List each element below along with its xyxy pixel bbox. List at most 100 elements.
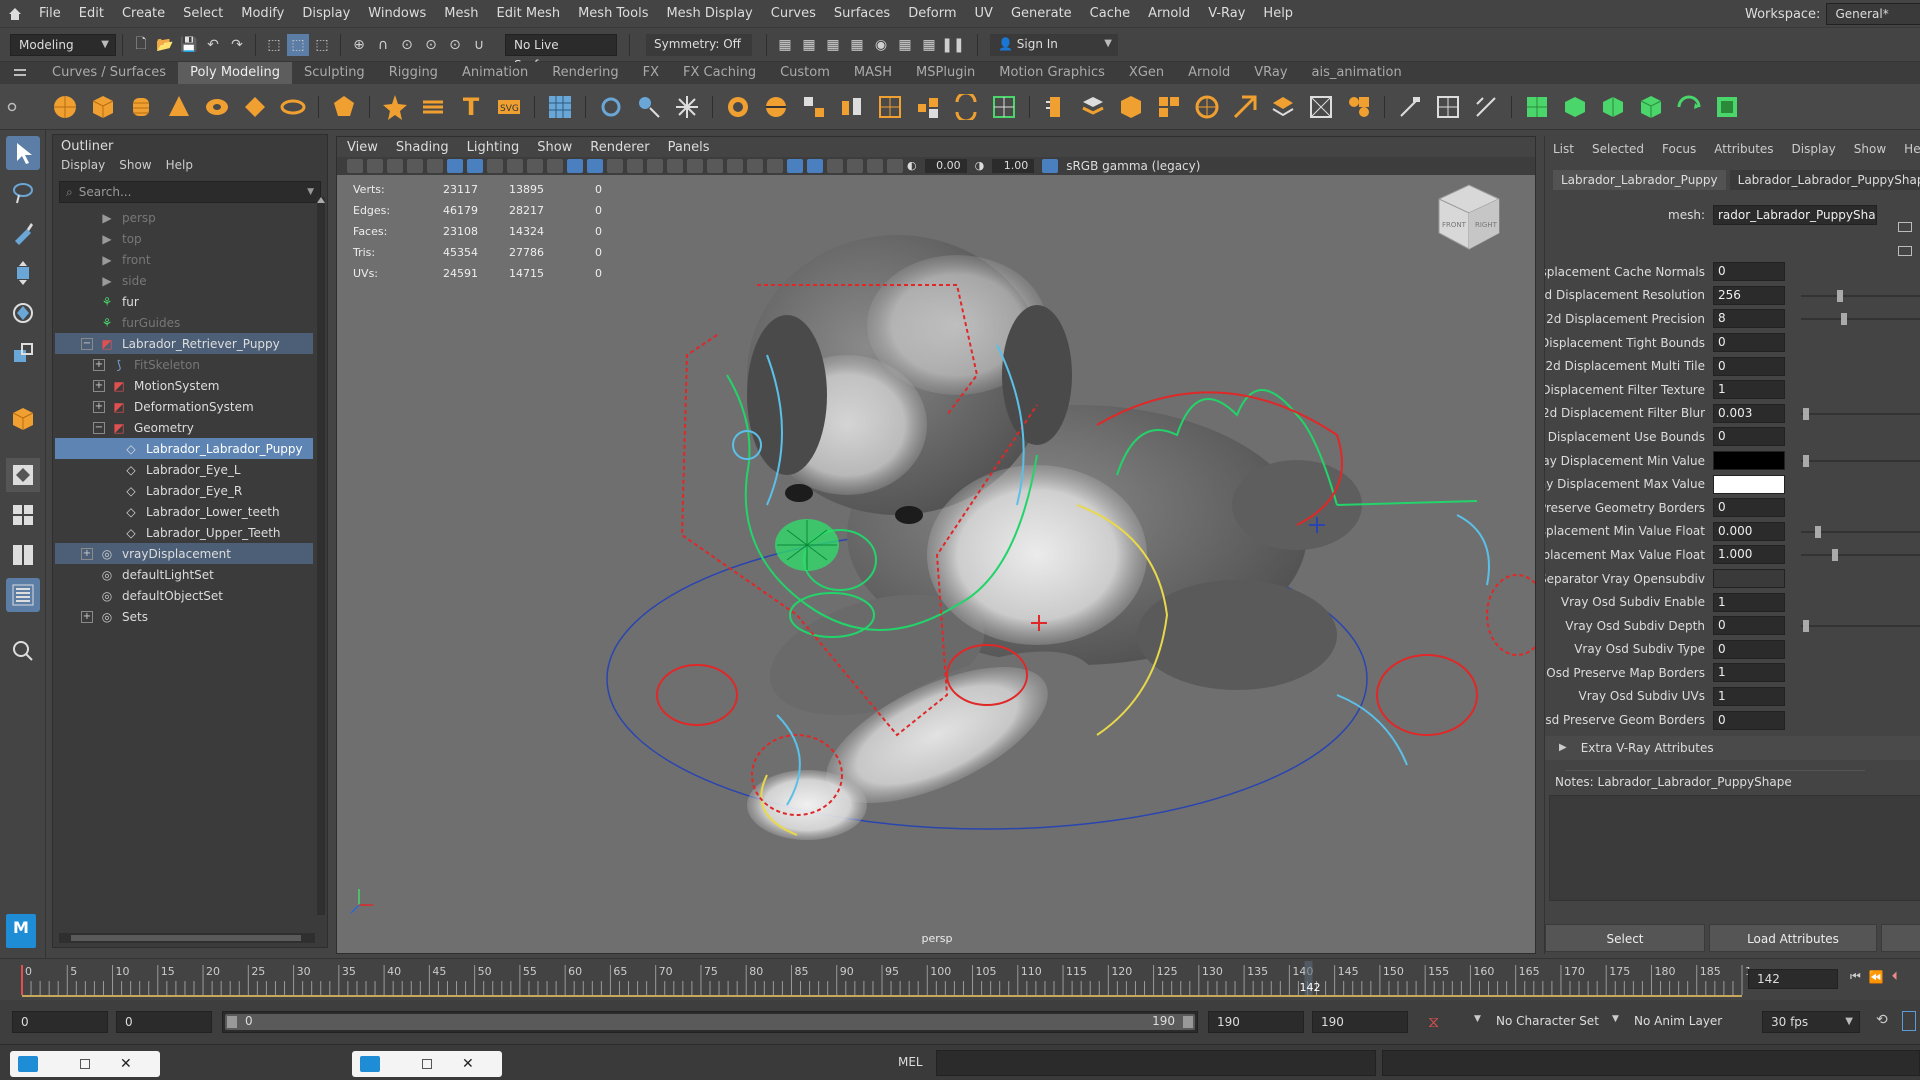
attr-menu-selected[interactable]: Selected xyxy=(1592,142,1644,156)
outliner-node[interactable]: ▶ front xyxy=(55,249,313,270)
slider-handle[interactable] xyxy=(1831,549,1838,562)
poly-cube-icon[interactable] xyxy=(88,92,118,122)
shelf-tab-fx[interactable]: FX xyxy=(631,62,671,84)
attribute-value-field[interactable]: 8 xyxy=(1713,309,1785,329)
mesh-name-field[interactable]: rador_Labrador_PuppyShape xyxy=(1713,205,1877,225)
attr-tab[interactable]: Labrador_Labrador_PuppyShape xyxy=(1729,170,1920,190)
ipr-render-icon[interactable]: ▦ xyxy=(822,34,844,56)
home-icon[interactable] xyxy=(0,0,30,28)
select-object-icon[interactable]: ⬚ xyxy=(287,33,309,56)
dof-icon[interactable] xyxy=(727,159,743,173)
xray-active-icon[interactable] xyxy=(807,159,823,173)
attribute-value-field[interactable]: 0 xyxy=(1713,262,1785,282)
slider-handle[interactable] xyxy=(1837,289,1844,302)
snap-surface-icon[interactable]: ⊙ xyxy=(444,34,466,56)
gamma-icon[interactable]: ◑ xyxy=(975,159,985,173)
outliner-menu-display[interactable]: Display xyxy=(61,158,105,172)
slider-handle[interactable] xyxy=(1814,525,1821,538)
snap-magnet-icon[interactable]: ∪ xyxy=(468,34,490,56)
scroll-thumb[interactable] xyxy=(71,935,301,941)
image-plane-icon[interactable] xyxy=(387,159,403,173)
outliner-node[interactable]: ▶ side xyxy=(55,270,313,291)
exposure-icon[interactable]: ◐ xyxy=(907,159,917,173)
field-chart-icon[interactable] xyxy=(507,159,523,173)
scale-tool-icon[interactable] xyxy=(6,336,40,370)
shelf-tab-custom[interactable]: Custom xyxy=(768,62,842,84)
attr-tab[interactable]: Labrador_Labrador_Puppy xyxy=(1553,170,1726,190)
snap-view-icon[interactable]: ⊙ xyxy=(420,34,442,56)
viewport-menu-view[interactable]: View xyxy=(347,140,378,155)
uv-cylindrical-icon[interactable] xyxy=(1560,92,1590,122)
attribute-value-field[interactable]: 0 xyxy=(1713,498,1785,518)
render-frame-icon[interactable]: ▦ xyxy=(774,34,796,56)
outliner-node[interactable]: − ◩ Labrador_Retriever_Puppy xyxy=(55,333,313,354)
append-polygon-icon[interactable] xyxy=(1154,92,1184,122)
merge-icon[interactable] xyxy=(1230,92,1260,122)
attribute-value-field[interactable]: 256 xyxy=(1713,285,1785,305)
boolean-icon[interactable] xyxy=(875,92,905,122)
shelf-tab-arnold[interactable]: Arnold xyxy=(1176,62,1242,84)
attribute-value-field[interactable]: 0 xyxy=(1713,639,1785,659)
outliner-node[interactable]: ◇ Labrador_Eye_R xyxy=(55,480,313,501)
attribute-slider[interactable] xyxy=(1801,619,1920,632)
attr-menu-show[interactable]: Show xyxy=(1854,142,1886,156)
new-scene-icon[interactable]: 🗋 xyxy=(130,34,152,56)
shelf-tab-vray[interactable]: VRay xyxy=(1242,62,1299,84)
chevron-down-icon[interactable]: ▼ xyxy=(307,187,314,197)
close-icon[interactable]: ✕ xyxy=(462,1056,474,1072)
slider-handle[interactable] xyxy=(1803,619,1810,632)
attribute-value-field[interactable]: 1 xyxy=(1713,663,1785,683)
bookmark-icon[interactable] xyxy=(367,159,383,173)
menu-arnold[interactable]: Arnold xyxy=(1139,0,1199,28)
render-view-icon[interactable]: ▦ xyxy=(894,34,916,56)
camera-tool-icon[interactable] xyxy=(596,92,626,122)
start-time-field[interactable]: 0 xyxy=(12,1011,108,1033)
combine-icon[interactable] xyxy=(723,92,753,122)
open-scene-icon[interactable]: 📂 xyxy=(154,34,176,56)
presets-icon[interactable] xyxy=(1898,246,1912,256)
bevel-icon[interactable] xyxy=(1078,92,1108,122)
shelf-tab-rigging[interactable]: Rigging xyxy=(377,62,450,84)
fps-dropdown[interactable]: 30 fps ▼ xyxy=(1762,1011,1860,1033)
attribute-value-field[interactable]: 0 xyxy=(1713,333,1785,353)
extra-vray-attributes-section[interactable]: ▶ Extra V-Ray Attributes xyxy=(1545,735,1920,760)
copy-tab-button[interactable] xyxy=(1881,924,1920,952)
notes-textarea[interactable] xyxy=(1549,794,1920,901)
scroll-up-icon[interactable] xyxy=(317,197,325,203)
attr-menu-display[interactable]: Display xyxy=(1792,142,1836,156)
menu-edit[interactable]: Edit xyxy=(70,0,113,28)
attribute-value-field[interactable]: 1 xyxy=(1713,686,1785,706)
frame-selected-icon[interactable] xyxy=(887,159,903,173)
time-ruler[interactable]: 0 5 10 15 20 25 30 35 40 45 50 55 60 65 70 75 80 85 90 95 10… xyxy=(12,959,1752,999)
scene-3d-view[interactable] xyxy=(337,175,1536,954)
color-swatch[interactable] xyxy=(1713,474,1785,494)
reduce-icon[interactable] xyxy=(913,92,943,122)
restore-icon[interactable] xyxy=(80,1059,90,1069)
range-end-handle[interactable] xyxy=(1183,1016,1193,1028)
search-icon[interactable] xyxy=(6,634,40,668)
outliner-node[interactable]: ◎ defaultLightSet xyxy=(55,564,313,585)
shelf-tab-xgen[interactable]: XGen xyxy=(1117,62,1176,84)
go-to-start-icon[interactable]: ⏮ xyxy=(1850,969,1861,984)
menu-modify[interactable]: Modify xyxy=(232,0,293,28)
shelf-settings-icon[interactable] xyxy=(0,84,24,130)
safe-title-icon[interactable] xyxy=(547,159,563,173)
save-scene-icon[interactable]: 💾 xyxy=(178,34,200,56)
symmetry-dropdown[interactable]: Symmetry: Off xyxy=(646,33,752,56)
shelf-tab-curves-surfaces[interactable]: Curves / Surfaces xyxy=(40,62,178,84)
smooth-shade-icon[interactable] xyxy=(587,159,603,173)
separate-icon[interactable] xyxy=(761,92,791,122)
outliner-node[interactable]: + ⟆ FitSkeleton xyxy=(55,354,313,375)
shelf-tab-animation[interactable]: Animation xyxy=(450,62,540,84)
chevron-down-icon[interactable]: ▼ xyxy=(1612,1014,1619,1024)
pause-icon[interactable]: ❚❚ xyxy=(941,34,964,56)
poly-cylinder-icon[interactable] xyxy=(126,92,156,122)
chevron-down-icon[interactable]: ▼ xyxy=(1474,1014,1481,1024)
shelf-tab-mash[interactable]: MASH xyxy=(842,62,904,84)
live-surface-field[interactable]: No Live Surface xyxy=(505,33,617,72)
xray-icon[interactable] xyxy=(767,159,783,173)
shelf-tab-rendering[interactable]: Rendering xyxy=(540,62,630,84)
restore-icon[interactable] xyxy=(422,1059,432,1069)
character-set-dropdown[interactable]: No Character Set xyxy=(1496,1014,1599,1028)
platonic-solid-icon[interactable] xyxy=(329,92,359,122)
